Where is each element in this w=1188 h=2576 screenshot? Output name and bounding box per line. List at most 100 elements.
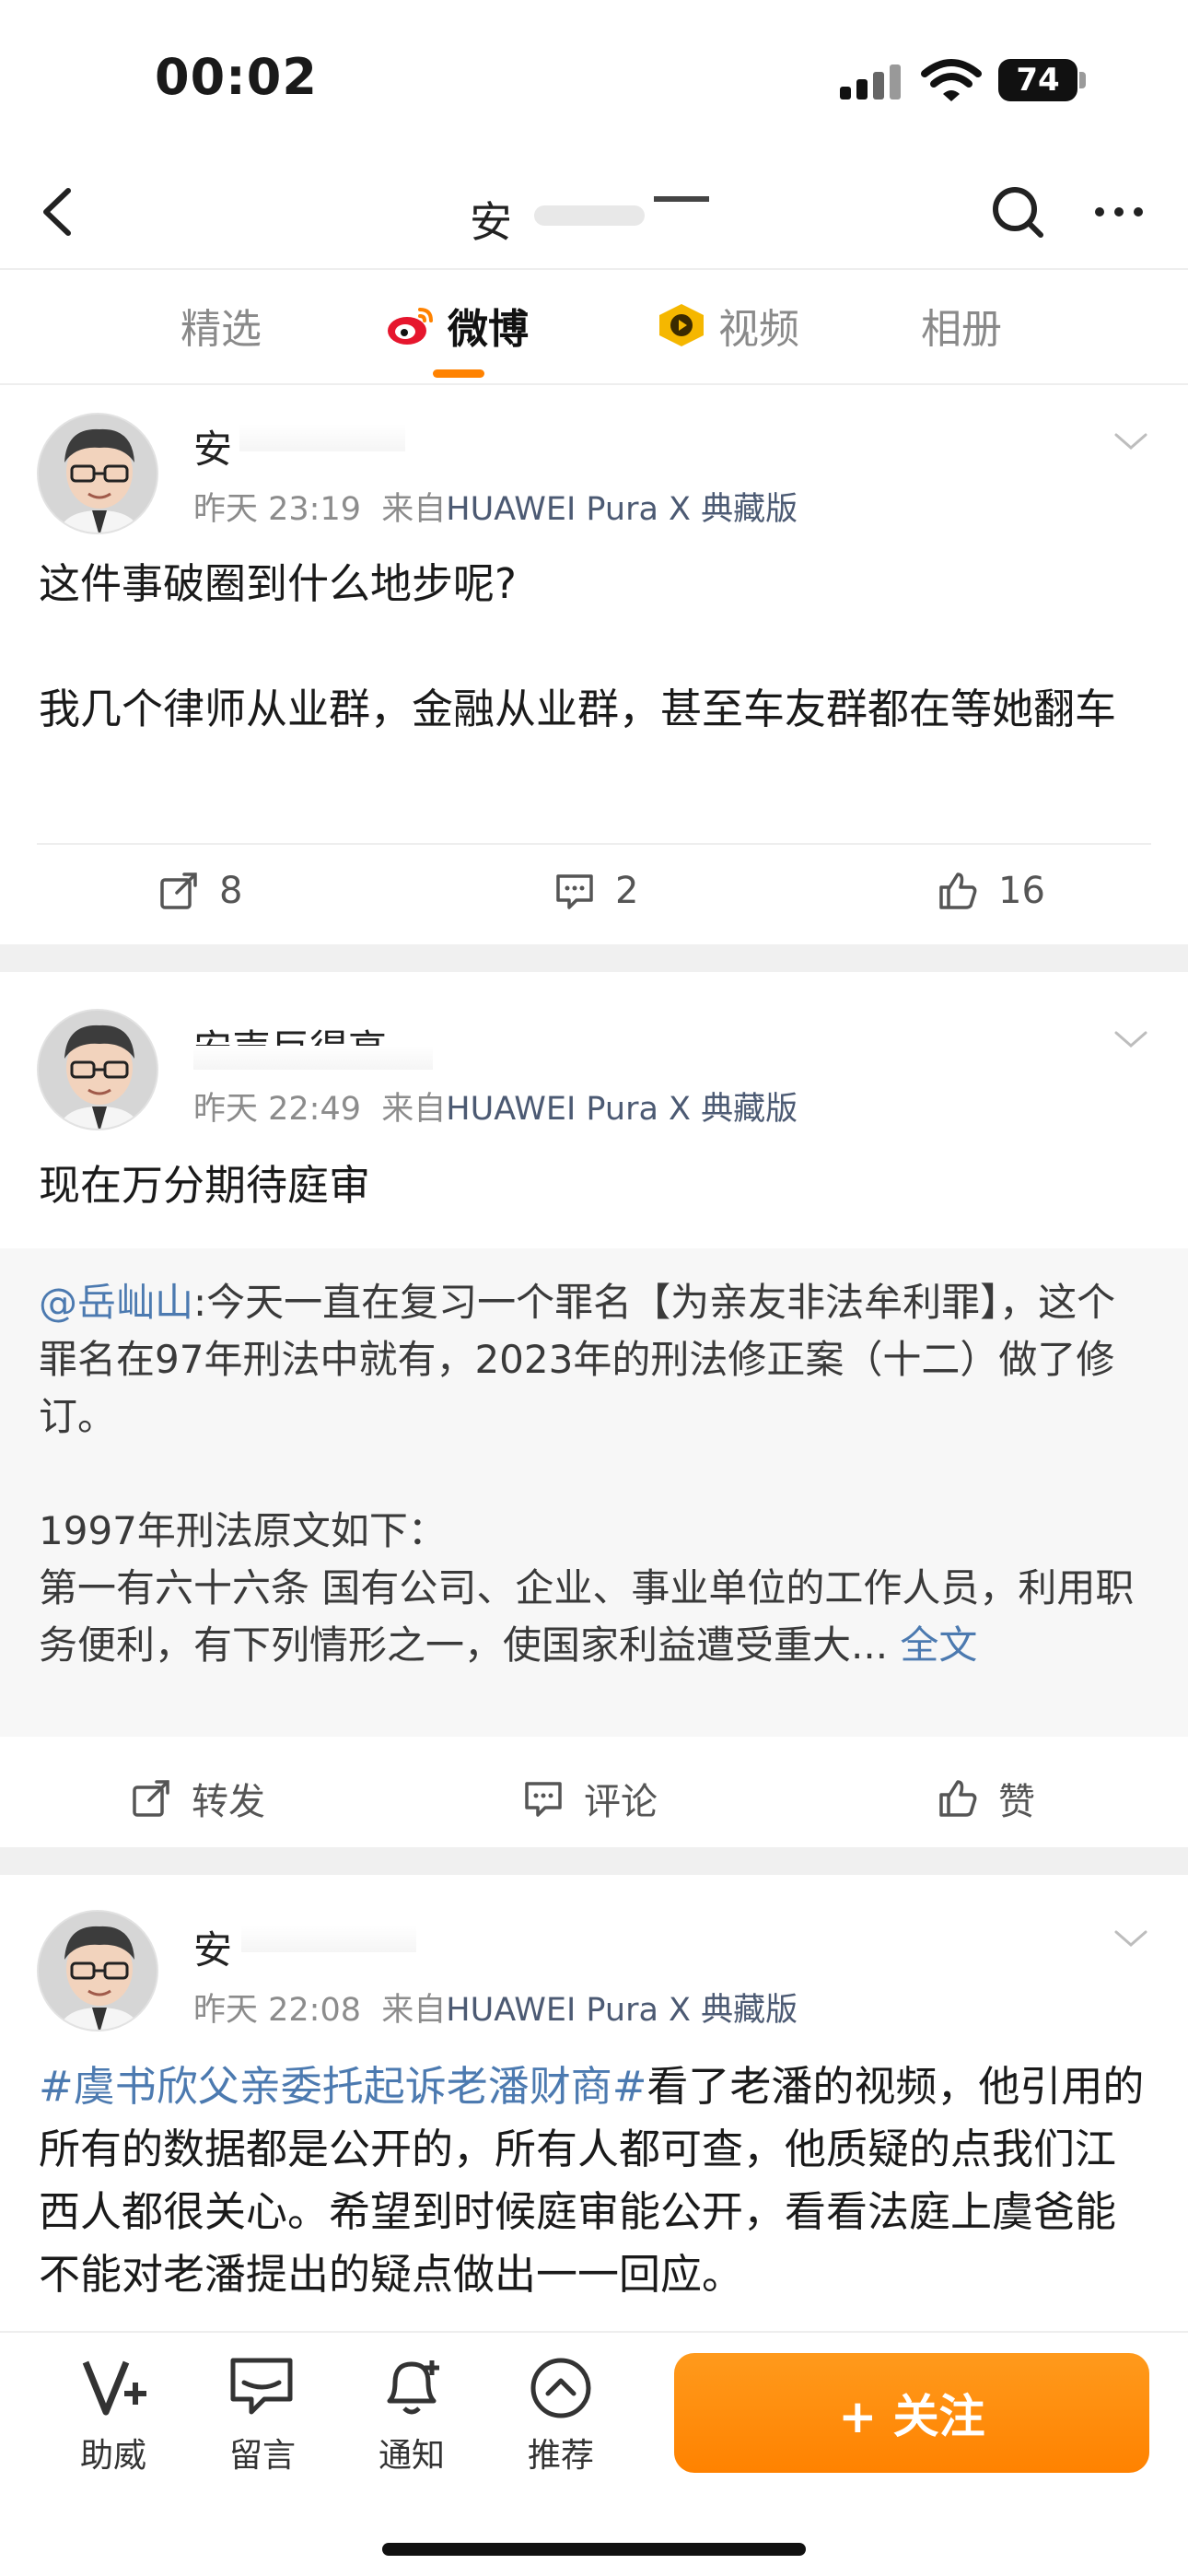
tab-featured[interactable]: 精选 <box>181 296 262 355</box>
chevron-down-icon[interactable] <box>1111 1025 1151 1053</box>
post-card[interactable]: 安 昨天 22:08 来自HUAWEI Pura X 典藏版 #虞书欣父亲委托起… <box>0 1875 1188 2331</box>
message-bubble-icon <box>230 2358 293 2415</box>
post-source-prefix: 来自 <box>381 1992 447 2029</box>
like-button[interactable]: 赞 <box>936 1772 1035 1825</box>
avatar-cartoon-icon <box>39 1011 157 1129</box>
post-card[interactable]: 安 昨天 23:19 来自HUAWEI Pura X 典藏版 这件事破圈到什么地… <box>0 387 1188 944</box>
active-tab-indicator <box>433 369 484 378</box>
post-meta: 昨天 22:49 来自HUAWEI Pura X 典藏版 <box>193 1083 798 1130</box>
thumbs-up-icon <box>939 872 977 909</box>
repost-label: 转发 <box>192 1781 265 1823</box>
status-time: 00:02 <box>155 48 318 106</box>
author-name[interactable]: 安 <box>193 1919 232 1975</box>
comment-count: 2 <box>615 870 639 912</box>
battery-cap <box>1079 72 1086 88</box>
post-device[interactable]: HUAWEI Pura X 典藏版 <box>446 1091 798 1128</box>
comment-icon <box>556 874 593 909</box>
nav-header: 安 <box>0 161 1188 270</box>
notify-button[interactable]: 通知 <box>361 2355 462 2476</box>
post-time: 昨天 23:19 <box>193 491 361 528</box>
chevron-down-icon[interactable] <box>1111 427 1151 455</box>
redacted-author-mask <box>239 424 405 451</box>
repost-button[interactable]: 转发 <box>129 1772 265 1825</box>
repost-button[interactable]: 8 <box>157 869 242 913</box>
avatar[interactable] <box>37 1009 158 1130</box>
post-card[interactable]: 安声巨得高 昨天 22:49 来自HUAWEI Pura X 典藏版 现在万分期… <box>0 972 1188 1847</box>
cheer-label: 助威 <box>79 2437 146 2475</box>
quoted-post[interactable]: @岳屾山:今天一直在复习一个罪名【为亲友非法牟利罪】，这个罪名在97年刑法中就有… <box>0 1248 1188 1737</box>
like-button[interactable]: 16 <box>936 869 1045 913</box>
recommend-button[interactable]: 推荐 <box>510 2355 611 2476</box>
repost-icon <box>160 872 197 909</box>
message-label: 留言 <box>228 2437 296 2475</box>
page-title: 安 <box>460 185 728 247</box>
cheer-v-plus-icon <box>82 2360 146 2416</box>
quoted-post-text: @岳屾山:今天一直在复习一个罪名【为亲友非法牟利罪】，这个罪名在97年刑法中就有… <box>39 1274 1153 1674</box>
post-time: 昨天 22:08 <box>193 1992 361 2029</box>
avatar[interactable] <box>37 1910 158 2032</box>
hashtag-link[interactable]: #虞书欣父亲委托起诉老潘财商# <box>39 2062 646 2111</box>
comment-button[interactable]: 2 <box>553 869 638 913</box>
video-channel-icon <box>659 304 704 346</box>
recommend-up-icon <box>530 2358 591 2418</box>
like-count: 16 <box>998 870 1045 912</box>
post-device[interactable]: HUAWEI Pura X 典藏版 <box>446 1992 798 2029</box>
tab-weibo-label: 微博 <box>448 306 529 353</box>
tab-album-label: 相册 <box>921 306 1002 353</box>
more-options-icon[interactable] <box>1087 180 1151 244</box>
redacted-author-mask <box>193 1046 433 1070</box>
full-text-link[interactable]: 全文 <box>900 1622 977 1668</box>
thumbs-up-icon <box>939 1780 977 1817</box>
mention-link[interactable]: @岳屾山 <box>39 1280 193 1325</box>
message-button[interactable]: 留言 <box>212 2355 313 2476</box>
back-arrow-icon[interactable] <box>26 180 90 244</box>
chevron-down-icon[interactable] <box>1111 1925 1151 1952</box>
post-actions: 转发 评论 赞 <box>0 1746 1188 1847</box>
avatar-cartoon-icon <box>39 415 157 533</box>
page-title-text: 安 <box>470 197 512 247</box>
post-text: 这件事破圈到什么地步呢? 我几个律师从业群，金融从业群，甚至车友群都在等她翻车 <box>39 559 1117 733</box>
weibo-logo-icon <box>388 308 433 345</box>
bottom-action-bar: 助威 留言 通知 推荐 + 关注 <box>0 2331 1188 2576</box>
tab-featured-label: 精选 <box>181 306 262 353</box>
cheer-button[interactable]: 助威 <box>63 2355 164 2476</box>
divider <box>37 843 1151 845</box>
author-name[interactable]: 安 <box>193 418 232 474</box>
profile-tabs: 精选 微博 视频 相册 <box>0 270 1188 385</box>
redacted-author-mask <box>241 1925 416 1952</box>
tab-weibo[interactable]: 微博 <box>385 296 529 355</box>
status-bar: 00:02 74 <box>0 0 1188 161</box>
avatar[interactable] <box>37 413 158 534</box>
bell-plus-icon <box>387 2360 439 2415</box>
post-meta: 昨天 23:19 来自HUAWEI Pura X 典藏版 <box>193 483 798 530</box>
comment-button[interactable]: 评论 <box>521 1772 658 1825</box>
quoted-body: :今天一直在复习一个罪名【为亲友非法牟利罪】，这个罪名在97年刑法中就有，202… <box>39 1280 1135 1668</box>
wifi-icon <box>921 59 982 101</box>
post-source-prefix: 来自 <box>381 1091 447 1128</box>
redacted-title-mask-line <box>654 196 709 202</box>
recommend-label: 推荐 <box>527 2437 594 2475</box>
comment-icon <box>525 1782 562 1817</box>
like-label: 赞 <box>998 1781 1035 1823</box>
post-source-prefix: 来自 <box>381 491 447 528</box>
feed-separator <box>0 1847 1188 1875</box>
post-text: 现在万分期待庭审 <box>39 1161 371 1210</box>
search-icon[interactable] <box>985 180 1050 244</box>
cellular-signal-icon <box>840 64 901 100</box>
avatar-cartoon-icon <box>39 1912 157 2030</box>
redacted-title-mask <box>534 205 645 226</box>
repost-icon <box>133 1780 169 1817</box>
repost-count: 8 <box>219 870 243 912</box>
post-actions: 8 2 16 <box>0 843 1188 944</box>
comment-label: 评论 <box>584 1781 658 1823</box>
post-time: 昨天 22:49 <box>193 1091 361 1128</box>
tab-album[interactable]: 相册 <box>921 296 1002 355</box>
tab-video-label: 视频 <box>718 306 799 353</box>
follow-button[interactable]: + 关注 <box>674 2353 1149 2473</box>
battery-indicator: 74 <box>998 59 1077 101</box>
post-device[interactable]: HUAWEI Pura X 典藏版 <box>446 491 798 528</box>
feed-separator <box>0 944 1188 972</box>
tab-video[interactable]: 视频 <box>656 296 799 355</box>
home-indicator <box>382 2543 806 2556</box>
notify-label: 通知 <box>378 2437 445 2475</box>
